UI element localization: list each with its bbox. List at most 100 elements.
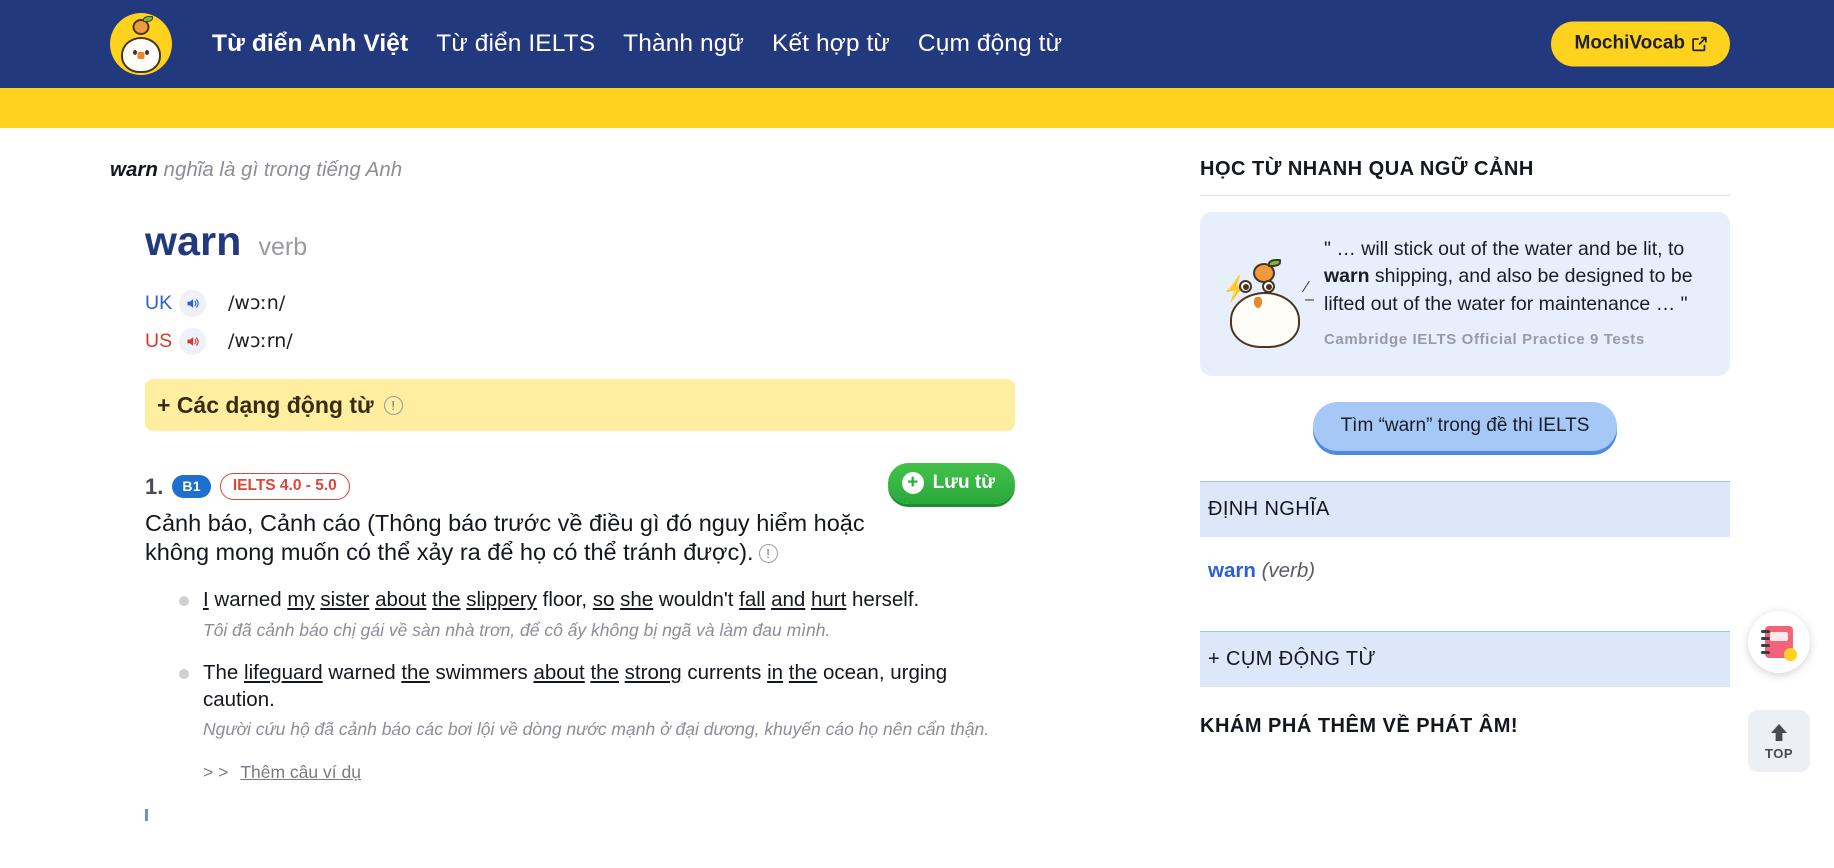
flashcard-rings-icon — [1761, 630, 1770, 654]
example-token-underlined[interactable]: slippery — [466, 588, 537, 611]
example-token-underlined[interactable]: the — [401, 661, 430, 684]
pronunciation-us: US /wɔːrn/ — [145, 325, 1160, 357]
external-link-icon — [1692, 36, 1707, 51]
plus-circle-icon: + — [901, 472, 924, 494]
mascot-eye-left — [1239, 280, 1252, 293]
headword-row: warn verb — [145, 218, 1160, 265]
example-token-underlined[interactable]: hurt — [811, 588, 846, 611]
speaker-icon-uk[interactable] — [179, 289, 206, 317]
example-token-underlined[interactable]: fall — [739, 588, 765, 611]
context-source: Cambridge IELTS Official Practice 9 Test… — [1324, 331, 1645, 349]
mascot-body — [1230, 292, 1300, 348]
example-token-underlined[interactable]: and — [771, 588, 805, 611]
example-token: swimmers — [429, 660, 534, 684]
logo-eye-left — [133, 50, 137, 55]
speaker-icon — [187, 336, 199, 346]
context-quote: " … will stick out of the water and be l… — [1324, 236, 1704, 318]
logo-eye-right — [145, 50, 149, 55]
sidebar-word-pos: (verb) — [1261, 559, 1316, 582]
example-token: floor, — [536, 588, 593, 612]
mochi-chick-logo[interactable] — [110, 13, 172, 75]
sidebar-context-title: HỌC TỪ NHANH QUA NGỮ CẢNH — [1200, 158, 1730, 196]
example-token-underlined[interactable]: she — [620, 588, 653, 611]
sense-definition-text: Cảnh báo, Cảnh cáo (Thông báo trước về đ… — [145, 510, 865, 566]
definition-section: ĐỊNH NGHĨA warn (verb) — [1200, 481, 1730, 601]
mascot-leaf-icon — [1268, 259, 1281, 267]
more-examples-link[interactable]: Thêm câu ví dụ — [240, 762, 361, 783]
example-token-underlined[interactable]: about — [533, 661, 584, 684]
context-quote-after: shipping, and also be designed to be lif… — [1324, 265, 1693, 315]
sidebar-word[interactable]: warn — [1208, 559, 1256, 582]
more-examples-row: > > Thêm câu ví dụ — [203, 762, 1015, 783]
save-word-button[interactable]: + Lưu từ — [887, 463, 1015, 504]
phrasal-verb-section-header[interactable]: + CỤM ĐỘNG TỪ — [1200, 632, 1730, 687]
nav-item-tu-dien-anh-viet[interactable]: Từ điển Anh Việt — [198, 30, 422, 58]
pronunciation-uk: UK /wɔːn/ — [145, 287, 1160, 319]
sense-definition: Cảnh báo, Cảnh cáo (Thông báo trước về đ… — [145, 509, 935, 567]
mascot-eye-right — [1262, 280, 1275, 293]
nav-item-tu-dien-ielts[interactable]: Từ điển IELTS — [422, 30, 609, 58]
example-list: I warned my sister about the slippery fl… — [145, 587, 1015, 783]
mascot-beak-icon — [1254, 297, 1262, 308]
example-token: The — [203, 660, 245, 684]
nav-item-thanh-ngu[interactable]: Thành ngữ — [609, 30, 758, 58]
context-text-block: " … will stick out of the water and be l… — [1324, 236, 1704, 354]
pronunciation-region-label: US — [145, 329, 173, 352]
breadcrumb-word: warn — [110, 158, 158, 181]
example-english: I warned my sister about the slippery fl… — [203, 587, 1015, 614]
nav-label: Cụm động từ — [917, 30, 1063, 57]
example-token-underlined[interactable]: sister — [320, 588, 369, 611]
scroll-to-top-label: TOP — [1765, 746, 1793, 761]
definition-section-label: ĐỊNH NGHĨA — [1208, 498, 1330, 520]
main-nav: Từ điển Anh Việt Từ điển IELTS Thành ngữ… — [198, 30, 1076, 58]
phrasal-verb-section-label: + CỤM ĐỘNG TỪ — [1208, 648, 1377, 670]
sidebar: HỌC TỪ NHANH QUA NGỮ CẢNH ⚡ ⁄ – " … will … — [1160, 128, 1834, 868]
mochi-chick-mascot-icon: ⚡ ⁄ – — [1220, 259, 1314, 354]
info-icon[interactable]: ! — [383, 395, 403, 415]
nav-item-ket-hop-tu[interactable]: Kết hợp từ — [758, 30, 904, 58]
list-item: I warned my sister about the slippery fl… — [179, 587, 1015, 641]
nav-item-cum-dong-tu[interactable]: Cụm động từ — [904, 30, 1076, 58]
example-token-underlined[interactable]: in — [767, 661, 783, 684]
example-token-underlined[interactable]: my — [287, 588, 314, 611]
page-title: warn — [145, 218, 242, 264]
mochivocab-button[interactable]: MochiVocab — [1550, 21, 1730, 67]
site-header: Từ điển Anh Việt Từ điển IELTS Thành ngữ… — [0, 0, 1834, 88]
entry-block: warn verb UK /wɔːn/ US /wɔːrn/ + Các dạn… — [110, 218, 1160, 822]
example-token-underlined[interactable]: so — [593, 588, 615, 611]
context-quote-before: " … will stick out of the water and be l… — [1324, 238, 1685, 260]
info-icon[interactable]: ! — [758, 544, 778, 564]
bullet-icon — [179, 668, 189, 679]
example-token-underlined[interactable]: the — [590, 661, 619, 684]
example-token: warned — [322, 660, 402, 684]
scroll-to-top-button[interactable]: TOP — [1748, 710, 1810, 772]
breadcrumb-rest: nghĩa là gì trong tiếng Anh — [157, 158, 403, 181]
next-section-edge — [145, 809, 1015, 822]
flashcard-button[interactable] — [1748, 611, 1810, 673]
example-token-underlined[interactable]: the — [432, 588, 461, 611]
example-token-underlined[interactable]: strong — [625, 661, 682, 684]
save-word-label: Lưu từ — [932, 472, 995, 493]
logo-chick-body — [121, 37, 161, 73]
status-badge-ielts: IELTS 4.0 - 5.0 — [219, 473, 350, 500]
speaker-icon-us[interactable] — [179, 327, 206, 355]
more-examples-prefix: > > — [203, 762, 229, 783]
example-token-underlined[interactable]: the — [789, 661, 818, 684]
nav-label: Thành ngữ — [623, 30, 744, 57]
arrow-up-icon — [1771, 724, 1787, 741]
sense-number: 1. — [145, 473, 164, 499]
speaker-icon — [187, 298, 199, 308]
verb-forms-label: + Các dạng động từ — [157, 391, 374, 418]
example-vietnamese: Tôi đã cảnh báo chị gái về sàn nhà trơn,… — [203, 619, 831, 640]
example-token: currents — [681, 660, 768, 684]
definition-section-body: warn (verb) — [1200, 537, 1730, 601]
logo-leaf-icon — [143, 16, 153, 22]
nav-label: Kết hợp từ — [772, 30, 890, 57]
phrasal-verb-section: + CỤM ĐỘNG TỪ — [1200, 631, 1730, 687]
example-token-underlined[interactable]: lifeguard — [244, 661, 323, 684]
verb-forms-toggle[interactable]: + Các dạng động từ ! — [145, 379, 1015, 431]
breadcrumb: warn nghĩa là gì trong tiếng Anh — [110, 158, 1160, 182]
search-in-ielts-tests-button[interactable]: Tìm “warn” trong đề thi IELTS — [1312, 402, 1618, 451]
definition-section-header[interactable]: ĐỊNH NGHĨA — [1200, 482, 1730, 537]
example-token-underlined[interactable]: about — [375, 588, 426, 611]
